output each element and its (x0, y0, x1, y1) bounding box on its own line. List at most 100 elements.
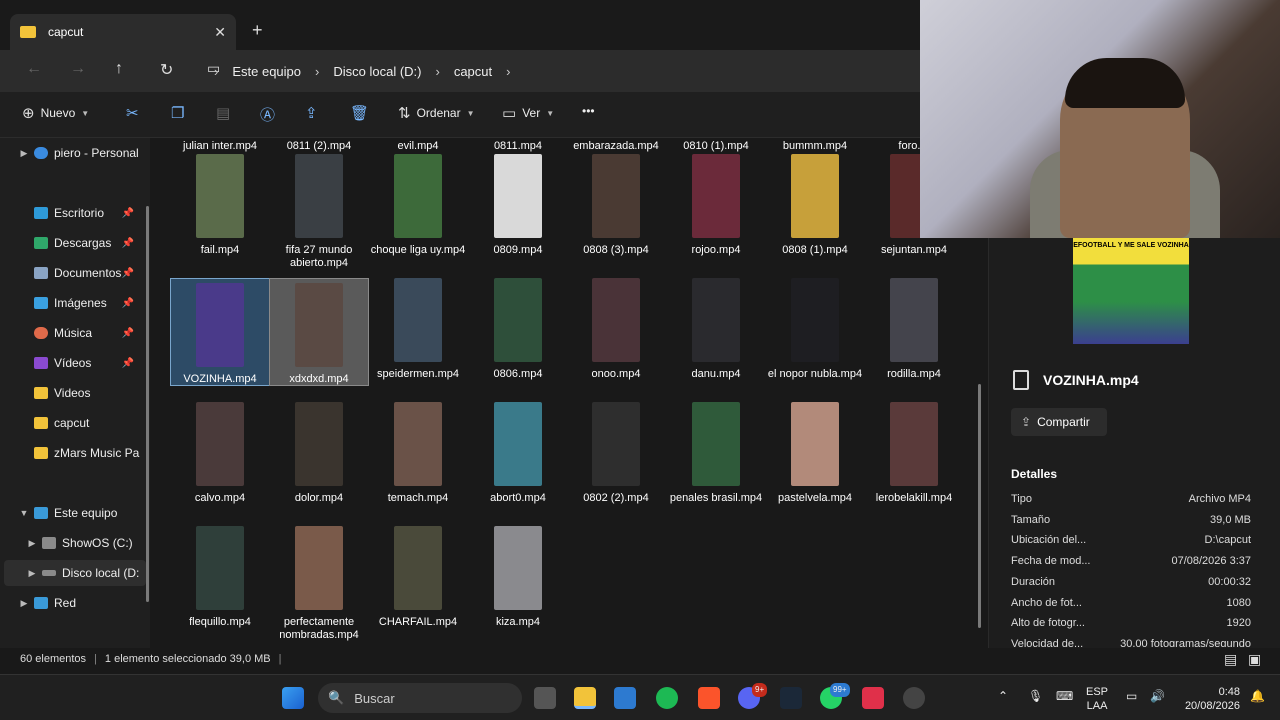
chevron-right-icon[interactable]: ▶ (22, 568, 42, 579)
file-explorer-icon[interactable] (574, 687, 596, 709)
file-item[interactable]: 0811.mp4 (468, 138, 568, 153)
file-item[interactable]: 0809.mp4 (468, 154, 568, 257)
chevron-up-icon[interactable]: ⌃ (998, 689, 1008, 703)
copy-button[interactable]: ❐ (171, 104, 190, 122)
file-item[interactable]: perfectamente nombradas.mp4 (269, 526, 369, 642)
clock[interactable]: 0:48 20/08/2026 (1180, 685, 1240, 713)
file-item[interactable]: temach.mp4 (368, 402, 468, 505)
more-button[interactable]: ••• (582, 104, 595, 118)
sidebar-scrollbar[interactable] (146, 206, 149, 602)
file-item[interactable]: rodilla.mp4 (864, 278, 964, 381)
file-item[interactable]: fifa 27 mundo abierto.mp4 (269, 154, 369, 270)
forward-arrow-icon[interactable]: → (70, 60, 86, 78)
chevron-right-icon[interactable]: ▶ (22, 538, 42, 549)
file-item[interactable]: 0811 (2).mp4 (269, 138, 369, 153)
file-item[interactable]: pastelvela.mp4 (765, 402, 865, 505)
share-button[interactable]: ⇪ (305, 104, 324, 122)
cut-button[interactable]: ✂ (126, 104, 145, 122)
chevron-right-icon[interactable]: ▶ (14, 598, 34, 609)
keyboard-icon[interactable]: ⌨ (1056, 689, 1073, 703)
sort-button[interactable]: ⇅ Ordenar ▼ (398, 104, 475, 122)
sidebar-item-videos[interactable]: Vídeos 📌 (0, 350, 148, 376)
obs-icon[interactable] (903, 687, 925, 709)
tab-capcut[interactable]: capcut ✕ (10, 14, 236, 50)
file-item[interactable]: speidermen.mp4 (368, 278, 468, 381)
sidebar-item-showos[interactable]: ▶ ShowOS (C:) (0, 530, 148, 556)
file-item[interactable]: julian inter.mp4 (170, 138, 270, 153)
notification-icon[interactable]: 🔔 (1250, 689, 1265, 703)
file-item[interactable]: CHARFAIL.mp4 (368, 526, 468, 629)
file-item[interactable]: rojoo.mp4 (666, 154, 766, 257)
pin-icon[interactable]: 📌 (122, 208, 134, 219)
chevron-right-icon[interactable]: ▶ (14, 148, 34, 159)
file-item[interactable]: VOZINHA.mp4 (170, 278, 270, 386)
pin-icon[interactable]: 📌 (122, 298, 134, 309)
sidebar-item-onedrive[interactable]: ▶ piero - Personal (0, 140, 148, 166)
file-item[interactable]: 0808 (3).mp4 (566, 154, 666, 257)
file-item[interactable]: fail.mp4 (170, 154, 270, 257)
file-item[interactable]: embarazada.mp4 (566, 138, 666, 153)
chevron-right-icon[interactable]: › (506, 64, 510, 79)
sidebar-item-videos-folder[interactable]: Videos (0, 380, 148, 406)
details-view-icon[interactable]: ▤ (1224, 651, 1237, 668)
close-tab-icon[interactable]: ✕ (214, 24, 226, 41)
taskbar-search[interactable]: 🔍 Buscar (318, 683, 522, 713)
paste-button[interactable]: ▤ (216, 104, 236, 122)
pin-icon[interactable]: 📌 (122, 268, 134, 279)
brave-icon[interactable] (698, 687, 720, 709)
pin-icon[interactable]: 📌 (122, 238, 134, 249)
file-item[interactable]: calvo.mp4 (170, 402, 270, 505)
new-button[interactable]: ⊕ Nuevo ▼ (22, 104, 89, 122)
sidebar-item-disco-local[interactable]: ▶ Disco local (D: (4, 560, 146, 586)
file-item[interactable]: evil.mp4 (368, 138, 468, 153)
view-button[interactable]: ▭ Ver ▼ (502, 104, 554, 122)
sidebar-item-documentos[interactable]: Documentos 📌 (0, 260, 148, 286)
file-item[interactable]: bummm.mp4 (765, 138, 865, 153)
file-list-scrollbar[interactable] (978, 384, 981, 628)
file-item[interactable]: choque liga uy.mp4 (368, 154, 468, 257)
crumb-capcut[interactable]: capcut (454, 64, 492, 79)
file-item[interactable]: dolor.mp4 (269, 402, 369, 505)
sidebar-item-capcut[interactable]: capcut (0, 410, 148, 436)
file-item[interactable]: flequillo.mp4 (170, 526, 270, 629)
file-item[interactable]: 0808 (1).mp4 (765, 154, 865, 257)
tiles-view-icon[interactable]: ▣ (1248, 651, 1261, 668)
new-tab-button[interactable]: + (252, 20, 263, 41)
windows-start-icon[interactable] (282, 687, 304, 709)
sidebar-item-red[interactable]: ▶ Red (0, 590, 148, 616)
crumb-este-equipo[interactable]: Este equipo (232, 64, 301, 79)
language-indicator[interactable]: ESP LAA (1086, 685, 1108, 713)
refresh-icon[interactable]: ↻ (160, 60, 173, 80)
file-item[interactable]: danu.mp4 (666, 278, 766, 381)
file-item[interactable]: abort0.mp4 (468, 402, 568, 505)
sidebar-item-este-equipo[interactable]: ▼ Este equipo (0, 500, 148, 526)
file-item[interactable]: xdxdxd.mp4 (269, 278, 369, 386)
chevron-down-icon[interactable]: ▼ (14, 508, 34, 518)
sidebar-item-musica[interactable]: Música 📌 (0, 320, 148, 346)
rename-button[interactable]: Ⓐ (260, 104, 281, 125)
app-icon[interactable] (862, 687, 884, 709)
spotify-icon[interactable] (656, 687, 678, 709)
task-view-icon[interactable] (534, 687, 556, 709)
file-item[interactable]: kiza.mp4 (468, 526, 568, 629)
file-item[interactable]: lerobelakill.mp4 (864, 402, 964, 505)
file-item[interactable]: 0810 (1).mp4 (666, 138, 766, 153)
up-arrow-icon[interactable]: ↑ (115, 60, 123, 78)
pin-icon[interactable]: 📌 (122, 358, 134, 369)
file-item[interactable]: el nopor nubla.mp4 (765, 278, 865, 381)
crumb-disco-local[interactable]: Disco local (D:) (333, 64, 421, 79)
file-item[interactable]: onoo.mp4 (566, 278, 666, 381)
steam-icon[interactable] (780, 687, 802, 709)
delete-button[interactable]: 🗑 (350, 104, 375, 122)
network-icon[interactable]: ▭ (1126, 689, 1137, 703)
file-item[interactable]: 0806.mp4 (468, 278, 568, 381)
volume-icon[interactable]: 🔊 (1150, 689, 1165, 703)
file-item[interactable]: 0802 (2).mp4 (566, 402, 666, 505)
microsoft-store-icon[interactable] (614, 687, 636, 709)
sidebar-item-zmars[interactable]: zMars Music Pa (0, 440, 148, 466)
microphone-icon[interactable]: 🎙 (1028, 689, 1043, 703)
sidebar-item-imagenes[interactable]: Imágenes 📌 (0, 290, 148, 316)
share-button[interactable]: ⇪ Compartir (1011, 408, 1107, 436)
sidebar-item-descargas[interactable]: Descargas 📌 (0, 230, 148, 256)
back-arrow-icon[interactable]: ← (26, 60, 42, 78)
